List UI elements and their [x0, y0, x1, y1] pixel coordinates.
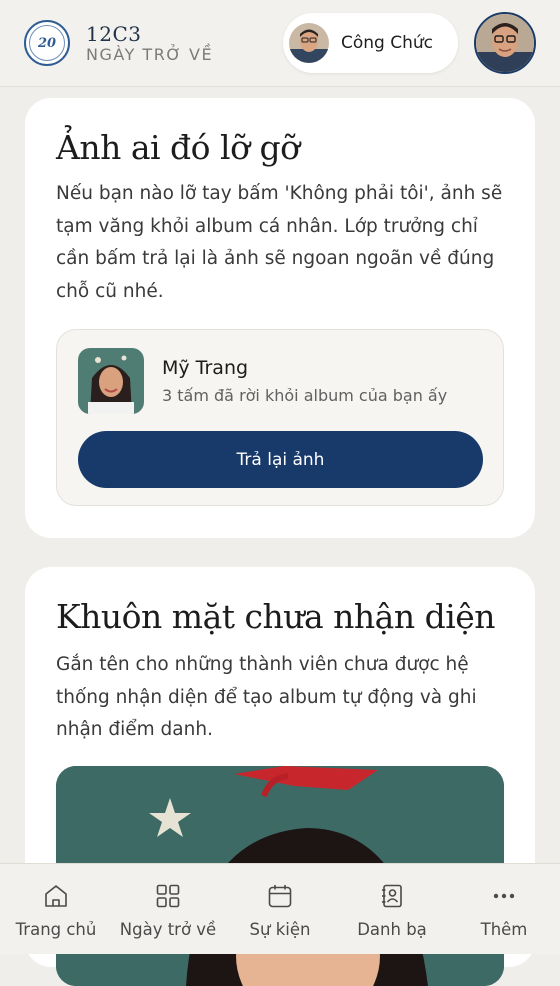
grid-icon	[154, 882, 182, 910]
nav-item-reunion[interactable]: Ngày trở về	[112, 864, 224, 954]
role-switcher[interactable]: Công Chức	[283, 13, 458, 73]
nav-item-events[interactable]: Sự kiện	[224, 864, 336, 954]
restore-card-title: Ảnh ai đó lỡ gỡ	[56, 128, 300, 167]
bottom-navigation: Trang chủ Ngày trở về Sự kiện Danh bạ Th…	[0, 863, 560, 954]
restore-photos-card: Ảnh ai đó lỡ gỡ Nếu bạn nào lỡ tay bấm '…	[25, 98, 535, 538]
nav-item-home[interactable]: Trang chủ	[0, 864, 112, 954]
class-logo[interactable]: 20	[24, 20, 70, 66]
user-avatar[interactable]	[474, 12, 536, 74]
role-label: Công Chức	[341, 33, 434, 53]
more-icon	[490, 882, 518, 910]
calendar-icon	[266, 882, 294, 910]
app-subtitle: NGÀY TRỞ VỀ	[86, 45, 214, 64]
nav-label: Danh bạ	[357, 920, 427, 939]
restore-card-description: Nếu bạn nào lỡ tay bấm 'Không phải tôi',…	[56, 183, 503, 302]
home-icon	[42, 882, 70, 910]
person-photo	[78, 348, 144, 414]
class-name: 12C3	[86, 22, 142, 46]
logo-emblem: 20	[29, 25, 65, 61]
nav-label: Trang chủ	[15, 920, 97, 939]
contacts-icon	[378, 882, 406, 910]
nav-label: Ngày trở về	[119, 920, 217, 939]
nav-label: Thêm	[480, 920, 528, 939]
restore-photos-button[interactable]: Trả lại ảnh	[78, 431, 483, 488]
faces-card-title: Khuôn mặt chưa nhận diện	[56, 597, 496, 636]
faces-card-description: Gắn tên cho những thành viên chưa được h…	[56, 654, 477, 740]
nav-item-contacts[interactable]: Danh bạ	[336, 864, 448, 954]
person-name: Mỹ Trang	[162, 357, 249, 379]
person-removed-note: 3 tấm đã rời khỏi album của bạn ấy	[162, 386, 448, 405]
restore-entry: Mỹ Trang 3 tấm đã rời khỏi album của bạn…	[56, 329, 504, 506]
nav-label: Sự kiện	[249, 920, 311, 939]
nav-item-more[interactable]: Thêm	[448, 864, 560, 954]
role-avatar	[289, 23, 329, 63]
app-header: 20 12C3 NGÀY TRỞ VỀ Công Chức	[0, 0, 560, 87]
